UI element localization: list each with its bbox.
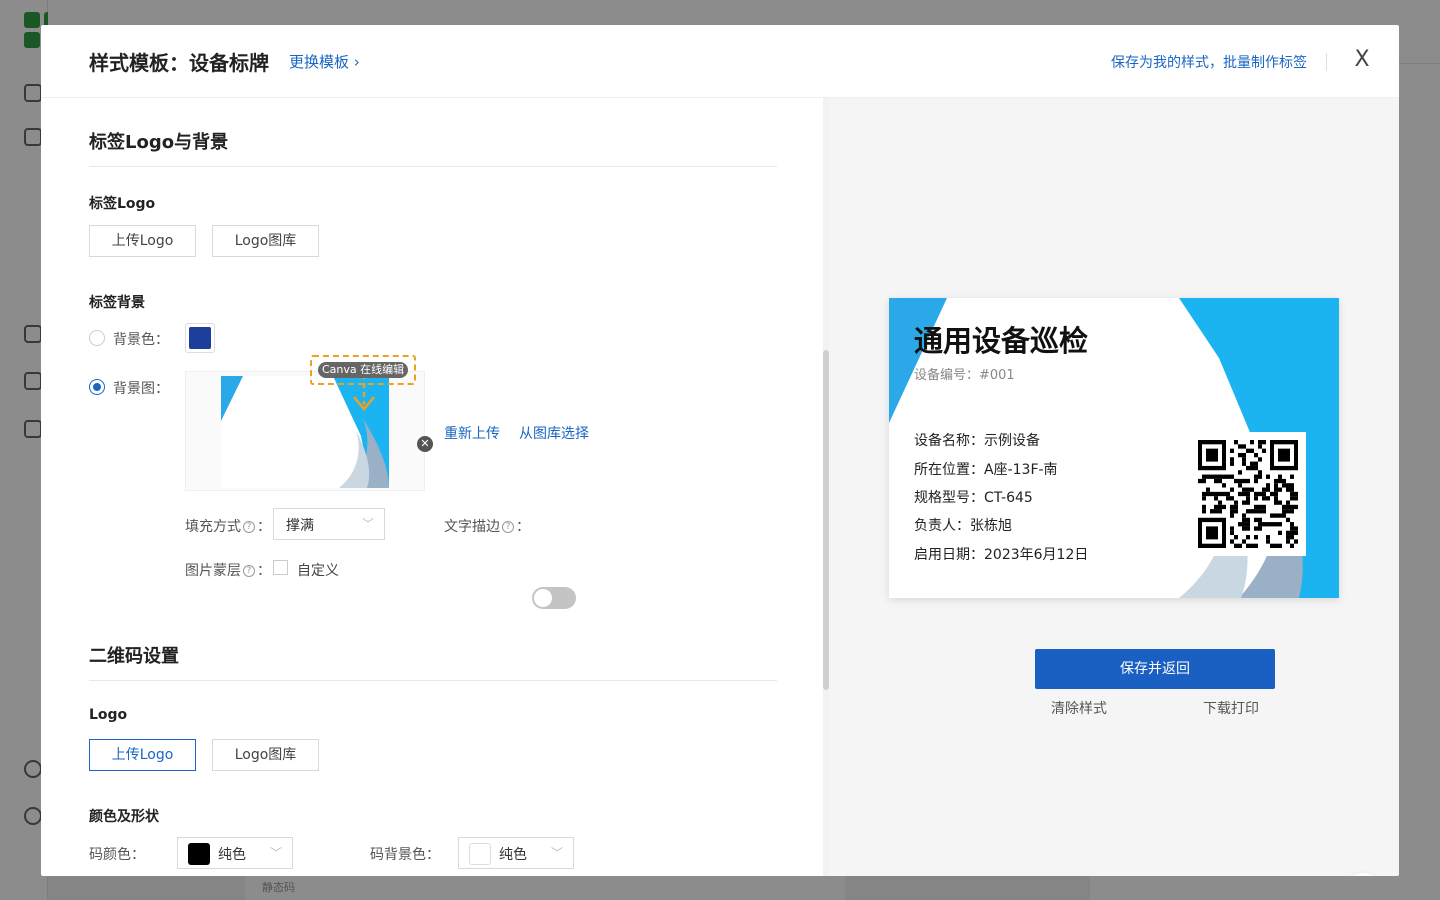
download-print-button[interactable]: 下载打印: [1203, 698, 1259, 718]
qr-code: [1190, 432, 1306, 556]
qr-logo-title: Logo: [89, 707, 128, 723]
save-as-my-style-link[interactable]: 保存为我的样式，批量制作标签: [1111, 52, 1307, 72]
label-preview-card: 通用设备巡检 设备编号：#001 设备名称：示例设备 所在位置：A座-13F-南…: [889, 298, 1339, 598]
code-bg-select[interactable]: 纯色 ﹀: [458, 837, 574, 869]
qr-logo-gallery-button[interactable]: Logo图库: [212, 739, 319, 771]
bg-color-label: 背景色：: [113, 332, 169, 348]
settings-panel: 标签Logo与背景 标签Logo 上传Logo Logo图库 标签背景 背景色：…: [41, 98, 823, 876]
choose-from-gallery-link[interactable]: 从图库选择: [519, 423, 589, 443]
chevron-down-icon: ﹀: [550, 846, 563, 860]
logo-bg-section-title: 标签Logo与背景: [89, 132, 229, 153]
bg-color-radio[interactable]: [89, 330, 105, 346]
tutorial-button[interactable]: ? 教程: [1342, 873, 1384, 876]
canva-close-icon[interactable]: ✕: [417, 436, 433, 452]
color-shape-title: 颜色及形状: [89, 809, 159, 825]
bg-image-preview[interactable]: [185, 371, 425, 491]
label-logo-title: 标签Logo: [89, 196, 156, 212]
header-divider: [1326, 53, 1327, 71]
card-field: 启用日期：2023年6月12日: [914, 547, 1089, 563]
chevron-down-icon: ﹀: [269, 846, 282, 860]
code-color-label: 码颜色：: [89, 847, 145, 863]
card-field: 规格型号：CT-645: [914, 490, 1033, 506]
modal-title: 样式模板：设备标牌: [89, 51, 269, 75]
fill-mode-select[interactable]: 撑满 ﹀: [273, 508, 385, 540]
modal-header: 样式模板：设备标牌 更换模板 › 保存为我的样式，批量制作标签 X: [41, 25, 1399, 98]
help-icon: ?: [243, 521, 255, 533]
card-field: 设备名称：示例设备: [914, 433, 1040, 449]
change-template-link[interactable]: 更换模板 ›: [289, 51, 360, 72]
card-field: 所在位置：A座-13F-南: [914, 462, 1058, 478]
card-title: 通用设备巡检: [914, 324, 1089, 358]
bg-color-swatch[interactable]: [185, 323, 215, 353]
bg-image-label: 背景图：: [113, 381, 169, 397]
bg-image-radio[interactable]: [89, 379, 105, 395]
close-icon[interactable]: X: [1347, 45, 1377, 75]
save-and-return-button[interactable]: 保存并返回: [1035, 649, 1275, 689]
image-mask-label: 图片蒙层?：: [185, 563, 271, 579]
help-icon: ?: [502, 521, 514, 533]
qr-upload-logo-button[interactable]: 上传Logo: [89, 739, 196, 771]
label-bg-title: 标签背景: [89, 295, 145, 311]
upload-logo-button[interactable]: 上传Logo: [89, 225, 196, 257]
canva-edit-tag[interactable]: Canva 在线编辑: [310, 355, 416, 385]
fill-mode-label: 填充方式?：: [185, 519, 271, 535]
code-color-select[interactable]: 纯色 ﹀: [177, 837, 293, 869]
section-divider: [89, 166, 777, 167]
help-icon: ?: [243, 565, 255, 577]
style-template-modal: 样式模板：设备标牌 更换模板 › 保存为我的样式，批量制作标签 X 标签Logo…: [41, 25, 1399, 876]
clear-style-button[interactable]: 清除样式: [1051, 698, 1107, 718]
custom-mask-checkbox[interactable]: [273, 560, 288, 575]
custom-mask-label: 自定义: [297, 563, 339, 579]
code-color-swatch: [188, 843, 210, 865]
canva-edit-label: Canva 在线编辑: [318, 362, 409, 378]
text-stroke-toggle[interactable]: [532, 587, 576, 609]
qr-section-title: 二维码设置: [89, 646, 179, 667]
code-bg-label: 码背景色：: [370, 847, 440, 863]
section-divider: [89, 680, 777, 681]
text-stroke-label: 文字描边?：: [444, 519, 530, 535]
card-field: 负责人：张栋旭: [914, 518, 1012, 534]
logo-gallery-button[interactable]: Logo图库: [212, 225, 319, 257]
qr-code-icon: [1198, 440, 1298, 548]
chevron-down-icon: ﹀: [361, 517, 374, 531]
reupload-link[interactable]: 重新上传: [444, 423, 500, 443]
card-device-code: 设备编号：#001: [914, 368, 1015, 383]
code-bg-swatch: [469, 843, 491, 865]
preview-panel: 通用设备巡检 设备编号：#001 设备名称：示例设备 所在位置：A座-13F-南…: [829, 98, 1399, 876]
